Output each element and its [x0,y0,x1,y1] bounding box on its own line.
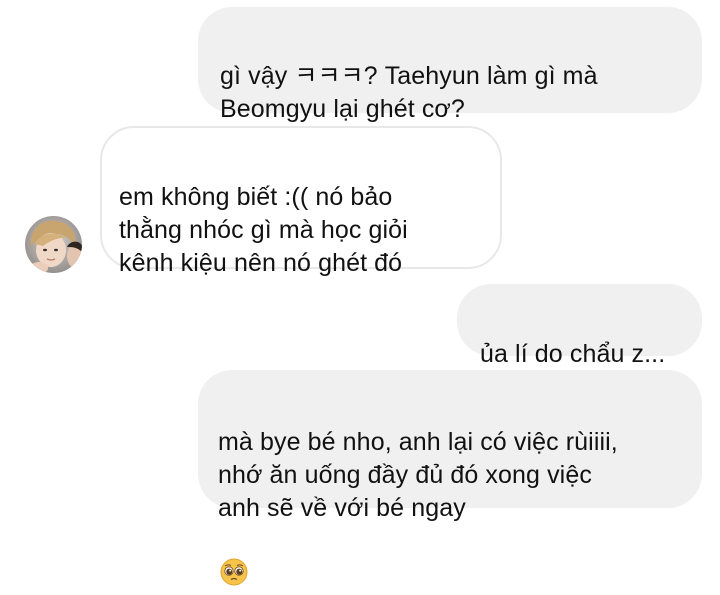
message-text: mà bye bé nho, anh lại có việc rùiiii, n… [218,428,618,522]
sent-message[interactable]: gì vậy ㅋㅋㅋ? Taehyun làm gì mà Beomgyu lạ… [198,7,702,123]
profile-photo-icon [25,216,82,273]
sent-message[interactable]: ủa lí do chẩu z... [457,284,702,368]
message-text: ủa lí do chẩu z... [480,340,666,368]
pleading-face-emoji-icon [220,525,248,595]
received-message[interactable]: em không biết :(( nó bảo thằng nhóc gì m… [100,126,502,277]
message-text: gì vậy ㅋㅋㅋ? Taehyun làm gì mà Beomgyu lạ… [220,62,598,123]
message-text: em không biết :(( nó bảo thằng nhóc gì m… [119,183,408,277]
avatar[interactable] [25,216,82,273]
sent-message[interactable]: mà bye bé nho, anh lại có việc rùiiii, n… [198,370,702,586]
